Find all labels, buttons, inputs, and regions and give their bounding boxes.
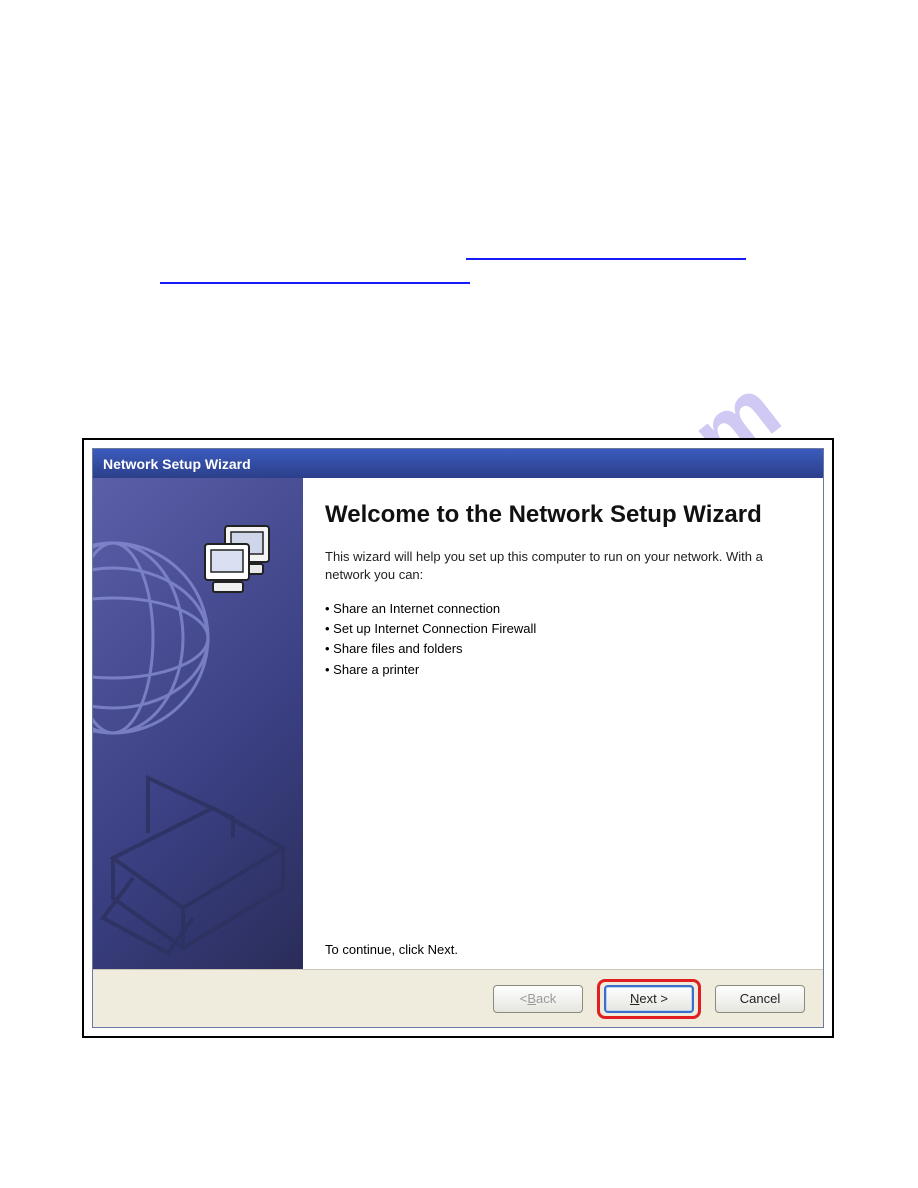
next-button-highlight: Next >: [597, 979, 701, 1019]
list-item: Share a printer: [325, 660, 799, 680]
network-setup-wizard-window: Network Setup Wizard: [92, 448, 824, 1028]
window-title: Network Setup Wizard: [103, 456, 251, 472]
document-page: manualshive.com Network Setup Wizard: [0, 0, 918, 1188]
screenshot-frame: Network Setup Wizard: [82, 438, 834, 1038]
window-titlebar: Network Setup Wizard: [93, 448, 823, 478]
cancel-button-label: Cancel: [740, 991, 780, 1006]
link-placeholder-area: [150, 248, 750, 288]
printer-icon: [93, 738, 303, 958]
wizard-heading: Welcome to the Network Setup Wizard: [325, 500, 799, 530]
hyperlink-underline: [160, 282, 470, 284]
cancel-button[interactable]: Cancel: [715, 985, 805, 1013]
wizard-button-row: < Back Next > Cancel: [93, 969, 823, 1027]
continue-instruction: To continue, click Next.: [325, 942, 458, 957]
wizard-intro-text: This wizard will help you set up this co…: [325, 548, 799, 583]
wizard-decorative-panel: [93, 478, 303, 969]
wizard-feature-list: Share an Internet connection Set up Inte…: [325, 599, 799, 680]
back-button-suffix: ack: [536, 991, 556, 1006]
next-button-suffix: ext >: [639, 991, 668, 1006]
list-item: Share an Internet connection: [325, 599, 799, 619]
back-button-prefix: <: [520, 991, 528, 1006]
wizard-content-panel: Welcome to the Network Setup Wizard This…: [303, 478, 823, 969]
next-button[interactable]: Next >: [604, 985, 694, 1013]
wizard-body: Welcome to the Network Setup Wizard This…: [93, 478, 823, 969]
computers-icon: [203, 524, 293, 604]
hyperlink-underline: [466, 258, 746, 260]
next-button-accel: N: [630, 991, 639, 1006]
list-item: Set up Internet Connection Firewall: [325, 619, 799, 639]
back-button-accel: B: [527, 991, 536, 1006]
back-button: < Back: [493, 985, 583, 1013]
list-item: Share files and folders: [325, 639, 799, 659]
